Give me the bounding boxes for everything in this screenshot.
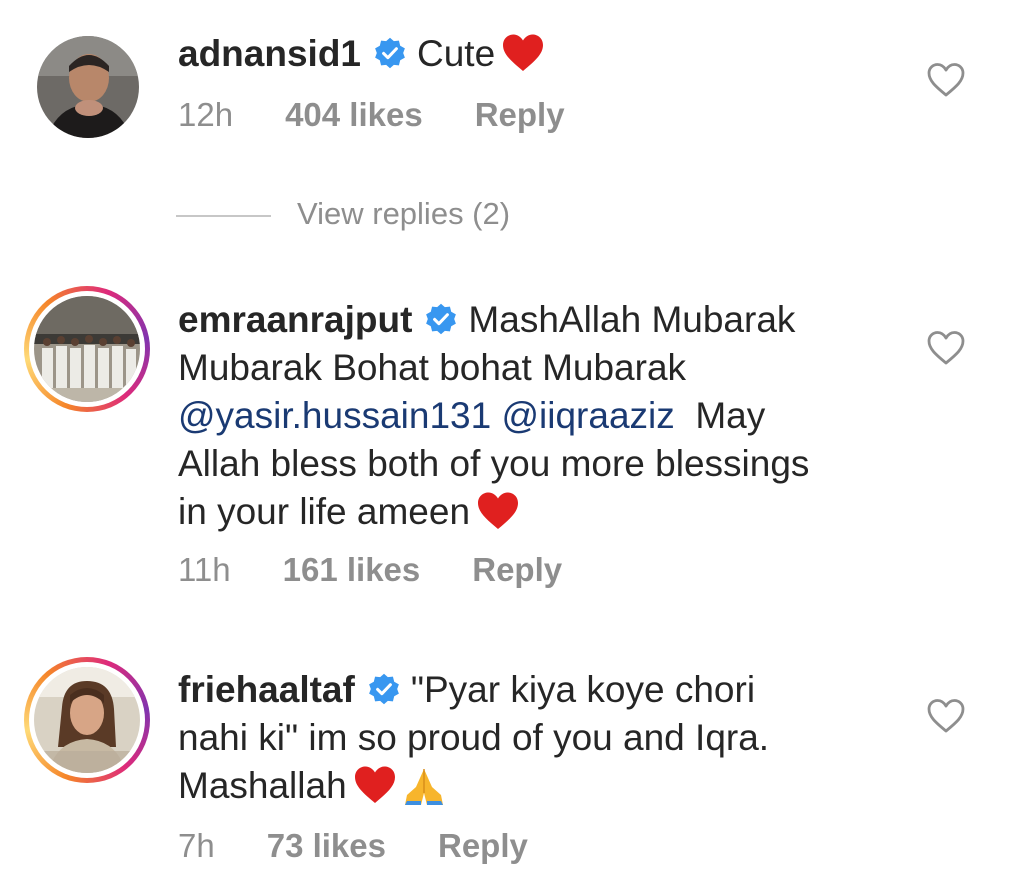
comment-body-line4: Allah bless both of you more blessings <box>178 443 810 484</box>
reply-button[interactable]: Reply <box>438 827 528 864</box>
avatar-photo-icon <box>34 296 140 402</box>
comment-body-line5: in your life ameen <box>178 491 471 532</box>
username-friehaaltaf[interactable]: friehaaltaf <box>178 669 355 710</box>
heart-emoji-icon <box>354 766 395 804</box>
comment-body-line3: Mashallah <box>178 765 347 806</box>
comment-meta: 7h 73 likes Reply <box>178 827 580 865</box>
comment-meta: 12h 404 likes Reply <box>178 96 617 134</box>
comment-body-line1: "Pyar kiya koye chori <box>410 669 756 710</box>
folded-hands-emoji-icon <box>404 769 443 806</box>
likes-count[interactable]: 161 likes <box>283 551 421 588</box>
view-replies-button[interactable]: View replies (2) <box>176 196 510 232</box>
avatar-emraanrajput[interactable] <box>24 286 150 412</box>
likes-count[interactable]: 404 likes <box>285 96 423 133</box>
comment-text: friehaaltaf "Pyar kiya koye chori nahi ki… <box>178 666 878 813</box>
reply-button[interactable]: Reply <box>472 551 562 588</box>
mention-iiqraaziz[interactable]: @iiqraaziz <box>501 395 674 436</box>
heart-outline-icon[interactable] <box>926 698 966 734</box>
comment-body: Cute <box>417 33 496 74</box>
mention-yasir-hussain131[interactable]: @yasir.hussain131 <box>178 395 491 436</box>
reply-button[interactable]: Reply <box>475 96 565 133</box>
comment-body-line2: nahi ki" im so proud of you and Iqra. <box>178 717 770 758</box>
username-emraanrajput[interactable]: emraanrajput <box>178 299 412 340</box>
username-adnansid1[interactable]: adnansid1 <box>178 33 361 74</box>
comment-meta: 11h 161 likes Reply <box>178 551 614 589</box>
comment-body-line2: Mubarak Bohat bohat Mubarak <box>178 347 687 388</box>
view-replies-label: View replies (2) <box>297 196 511 231</box>
comment-text: emraanrajput MashAllah Mubarak Mubarak Bo… <box>178 296 878 537</box>
avatar-adnansid1[interactable] <box>37 36 139 138</box>
verified-badge-icon <box>426 303 457 335</box>
view-replies-divider <box>176 214 271 217</box>
comment-body-line3: May <box>695 395 766 436</box>
heart-emoji-icon <box>503 34 544 72</box>
verified-badge-icon <box>368 673 399 705</box>
avatar-photo-icon <box>37 36 139 138</box>
comment-time: 12h <box>178 96 234 133</box>
comment-body-line1: MashAllah Mubarak <box>468 299 796 340</box>
heart-outline-icon[interactable] <box>926 62 966 98</box>
comment-time: 7h <box>178 827 215 864</box>
heart-outline-icon[interactable] <box>926 330 966 366</box>
avatar-photo-icon <box>34 667 140 773</box>
comment-time: 11h <box>178 551 231 588</box>
heart-emoji-icon <box>478 492 519 530</box>
comment-text: adnansid1 Cute <box>178 30 878 79</box>
likes-count[interactable]: 73 likes <box>267 827 386 864</box>
verified-badge-icon <box>375 37 405 69</box>
avatar-friehaaltaf[interactable] <box>24 657 150 783</box>
